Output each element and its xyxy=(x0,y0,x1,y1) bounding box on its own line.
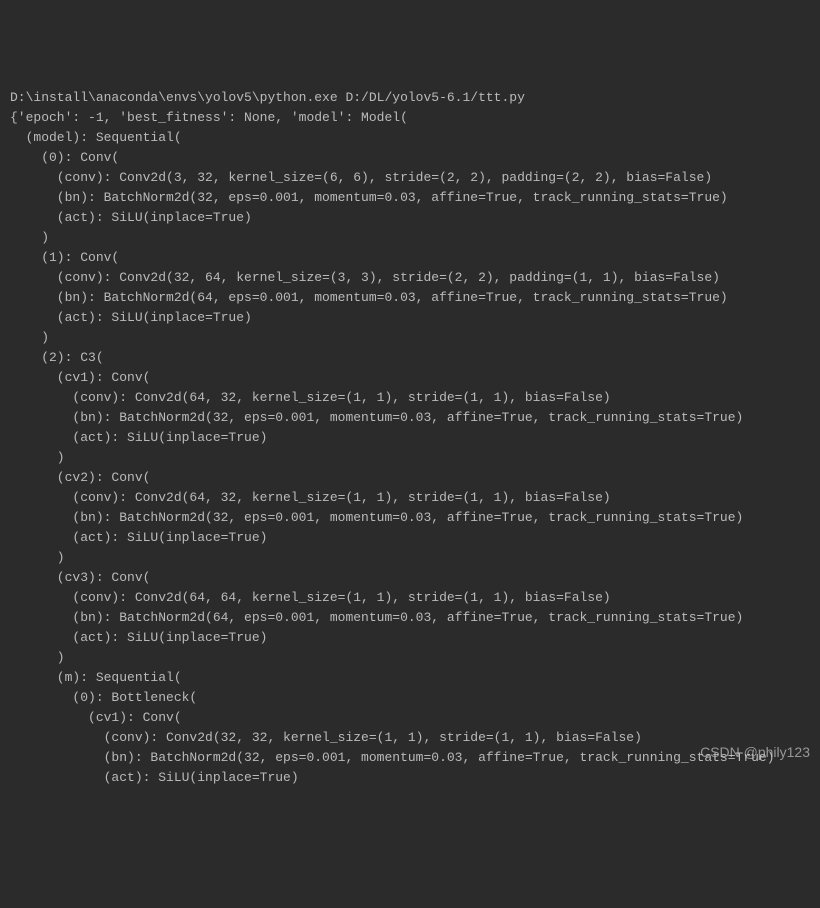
console-line: (bn): BatchNorm2d(64, eps=0.001, momentu… xyxy=(10,288,810,308)
console-line: (bn): BatchNorm2d(32, eps=0.001, momentu… xyxy=(10,188,810,208)
console-line: (act): SiLU(inplace=True) xyxy=(10,308,810,328)
console-line: D:\install\anaconda\envs\yolov5\python.e… xyxy=(10,88,810,108)
console-line: (bn): BatchNorm2d(32, eps=0.001, momentu… xyxy=(10,408,810,428)
console-line: (conv): Conv2d(64, 32, kernel_size=(1, 1… xyxy=(10,488,810,508)
console-line: (0): Bottleneck( xyxy=(10,688,810,708)
console-line: (cv2): Conv( xyxy=(10,468,810,488)
console-line: ) xyxy=(10,548,810,568)
console-line: (conv): Conv2d(3, 32, kernel_size=(6, 6)… xyxy=(10,168,810,188)
console-line: (conv): Conv2d(64, 32, kernel_size=(1, 1… xyxy=(10,388,810,408)
console-line: ) xyxy=(10,648,810,668)
console-line: ) xyxy=(10,228,810,248)
console-line: (cv1): Conv( xyxy=(10,368,810,388)
console-line: (bn): BatchNorm2d(32, eps=0.001, momentu… xyxy=(10,748,810,768)
console-line: (m): Sequential( xyxy=(10,668,810,688)
console-line: (act): SiLU(inplace=True) xyxy=(10,428,810,448)
console-line: (act): SiLU(inplace=True) xyxy=(10,208,810,228)
watermark: CSDN @phily123 xyxy=(700,742,810,762)
console-line: (bn): BatchNorm2d(32, eps=0.001, momentu… xyxy=(10,508,810,528)
console-line: (cv1): Conv( xyxy=(10,708,810,728)
console-line: (conv): Conv2d(32, 32, kernel_size=(1, 1… xyxy=(10,728,810,748)
console-line: (cv3): Conv( xyxy=(10,568,810,588)
console-line: (conv): Conv2d(64, 64, kernel_size=(1, 1… xyxy=(10,588,810,608)
console-line: (0): Conv( xyxy=(10,148,810,168)
console-line: (act): SiLU(inplace=True) xyxy=(10,528,810,548)
console-line: (act): SiLU(inplace=True) xyxy=(10,768,810,788)
console-line: (model): Sequential( xyxy=(10,128,810,148)
console-line: (act): SiLU(inplace=True) xyxy=(10,628,810,648)
console-line: (2): C3( xyxy=(10,348,810,368)
console-line: ) xyxy=(10,448,810,468)
console-line: (conv): Conv2d(32, 64, kernel_size=(3, 3… xyxy=(10,268,810,288)
console-output: D:\install\anaconda\envs\yolov5\python.e… xyxy=(10,88,810,788)
console-line: {'epoch': -1, 'best_fitness': None, 'mod… xyxy=(10,108,810,128)
console-line: ) xyxy=(10,328,810,348)
console-line: (bn): BatchNorm2d(64, eps=0.001, momentu… xyxy=(10,608,810,628)
console-line: (1): Conv( xyxy=(10,248,810,268)
